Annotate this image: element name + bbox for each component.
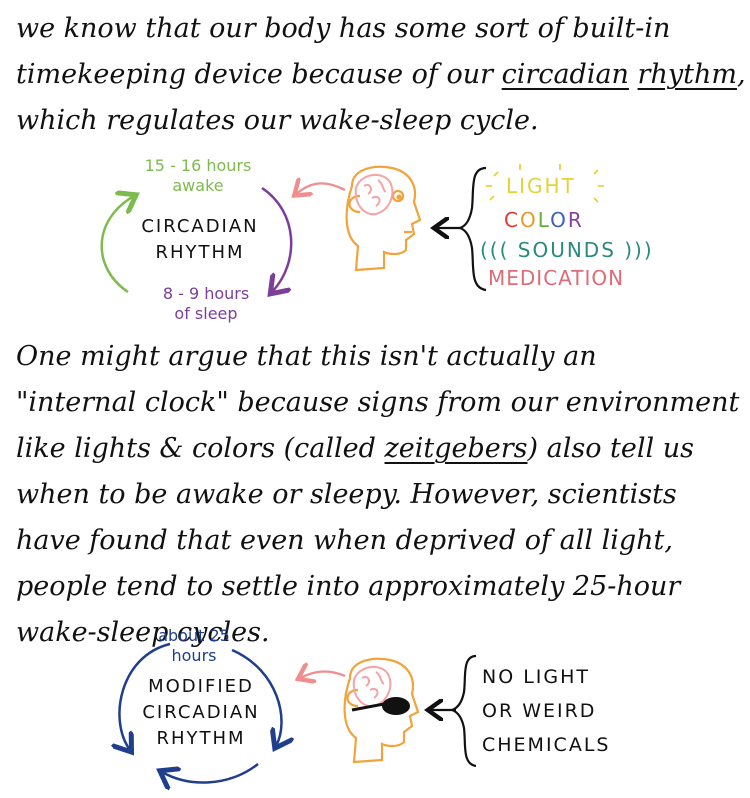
brain-icon-2 [352, 665, 392, 708]
term-circadian: circadian [501, 59, 629, 90]
duration-label-line-2: hours [171, 646, 217, 665]
sleep-label-line-2: of sleep [174, 304, 238, 323]
intro-line-2-space [629, 59, 638, 90]
intro-line-2-comma: , [736, 59, 746, 90]
cue-color-word: COLOR [504, 208, 584, 232]
head-icon [345, 165, 422, 272]
modified-circadian-diagram: about 25 hours MODIFIED CIRCADIAN RHYTHM… [0, 620, 750, 798]
modified-cycle-label-line-3: RHYTHM [156, 728, 246, 749]
circadian-diagram: 15 - 16 hours awake CIRCADIAN RHYTHM 8 -… [0, 150, 750, 330]
explanation-line-3-post: ) also tell us [527, 433, 694, 464]
explanation-line-2: "internal clock" because signs from our … [16, 387, 740, 418]
cycle-label-line-1: CIRCADIAN [141, 216, 259, 237]
explanation-line-6: people tend to settle into approximately… [16, 571, 681, 602]
brain-arrow-2 [300, 672, 346, 678]
cue-sounds: ((( SOUNDS ))) [480, 238, 654, 262]
deprivation-cue-line-2: OR WEIRD [482, 700, 597, 722]
sunglasses-icon [351, 697, 410, 715]
cues-brace-2 [448, 654, 477, 768]
awake-label: 15 - 16 hours awake [118, 156, 278, 196]
cue-light: LIGHT [506, 174, 576, 198]
awake-label-line-2: awake [172, 176, 224, 195]
cue-color: COLOR [504, 208, 584, 232]
explanation-line-4: when to be awake or sleepy. However, sci… [16, 479, 677, 510]
cue-color-letter: O [519, 208, 538, 232]
cue-color-letter: O [550, 208, 568, 232]
explanation-line-5: have found that even when deprived of al… [16, 525, 673, 556]
deprivation-cue-line-1: NO LIGHT [482, 666, 591, 688]
modified-cycle-label-line-2: CIRCADIAN [142, 702, 260, 723]
awake-label-line-1: 15 - 16 hours [144, 156, 252, 175]
cycle-arrow-bottom [162, 763, 259, 782]
deprivation-cue: NO LIGHT OR WEIRD CHEMICALS [482, 660, 610, 762]
explanation-paragraph: One might argue that this isn't actually… [16, 334, 739, 656]
cue-medication: MEDICATION [488, 266, 625, 290]
modified-diagram-drawing [0, 642, 477, 798]
intro-line-2: timekeeping device because of our circad… [16, 52, 746, 98]
brain-arrow [296, 183, 346, 194]
intro-line-2-text: timekeeping device because of our [16, 59, 502, 90]
cues-brace [456, 166, 487, 292]
modified-cycle-label: MODIFIED CIRCADIAN RHYTHM [126, 674, 276, 752]
cycle-label: CIRCADIAN RHYTHM [120, 214, 280, 266]
explanation-line-3-pre: like lights & colors (called [16, 433, 385, 464]
cycle-label-line-2: RHYTHM [155, 242, 245, 263]
sleep-label-line-1: 8 - 9 hours [162, 284, 250, 303]
duration-label-line-1: about 25 [158, 626, 230, 645]
explanation-line-1: One might argue that this isn't actually… [16, 341, 597, 372]
term-zeitgebers: zeitgebers [384, 433, 528, 464]
intro-line-1: we know that our body has some sort of b… [16, 13, 671, 44]
brain-icon [354, 173, 394, 216]
cue-color-letter: L [537, 208, 551, 232]
modified-cycle-label-line-1: MODIFIED [148, 676, 254, 697]
duration-label: about 25 hours [124, 626, 264, 666]
sleep-label: 8 - 9 hours of sleep [126, 284, 286, 324]
intro-line-3: which regulates our wake-sleep cycle. [16, 105, 539, 136]
cue-color-letter: R [567, 208, 584, 232]
explanation-line-3: like lights & colors (called zeitgebers)… [16, 426, 739, 472]
deprivation-cue-line-3: CHEMICALS [482, 734, 611, 756]
intro-paragraph: we know that our body has some sort of b… [16, 6, 746, 144]
term-rhythm: rhythm [637, 59, 737, 90]
cue-color-letter: C [504, 208, 520, 232]
